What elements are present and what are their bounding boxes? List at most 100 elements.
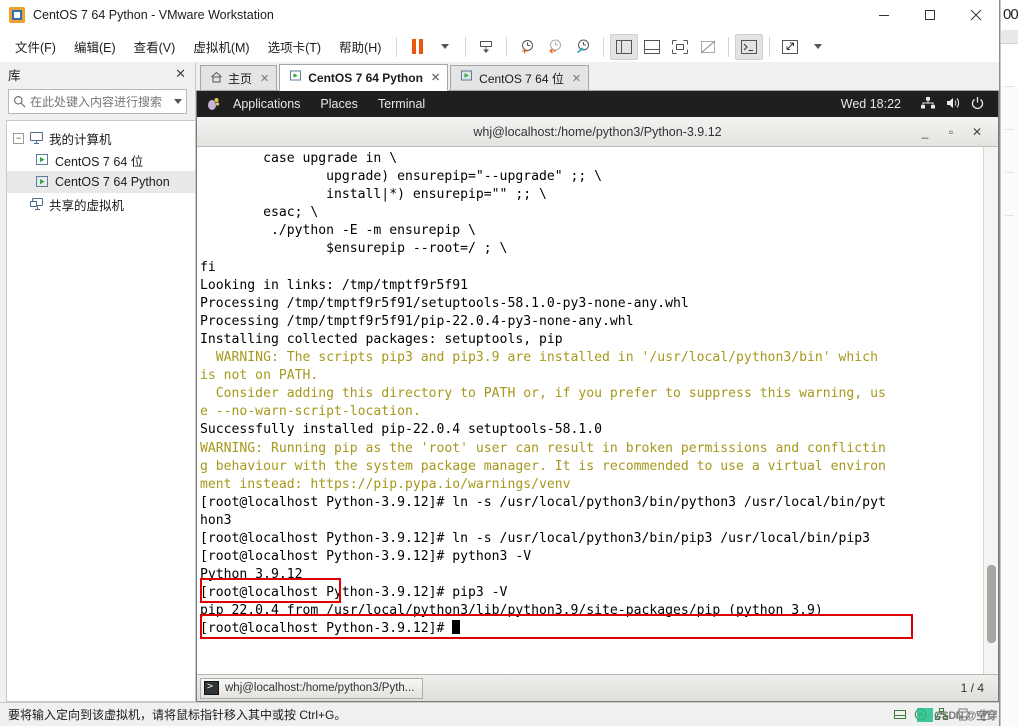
gnome-clock[interactable]: Wed 18:22	[829, 97, 913, 111]
collapse-expander-icon[interactable]: −	[13, 132, 24, 144]
vm-pane: 主页 ✕ CentOS 7 64 Python ✕ CentOS 7 64 位 …	[196, 62, 999, 702]
tree-vm-centos-7-64-python[interactable]: CentOS 7 64 Python	[7, 171, 195, 193]
revert-snapshot-button[interactable]	[541, 34, 569, 60]
caret-down-icon[interactable]	[174, 99, 182, 104]
terminal-line: Processing /tmp/tmptf9r5f91/pip-22.0.4-p…	[200, 313, 634, 329]
guest-taskbar: whj@localhost:/home/python3/Pyth... 1 / …	[197, 674, 998, 701]
volume-icon[interactable]	[945, 96, 963, 112]
vmware-workstation-window: CentOS 7 64 Python - VMware Workstation …	[0, 0, 1000, 726]
tab-centos-7-64-python[interactable]: CentOS 7 64 Python ✕	[279, 64, 449, 91]
hard-disk-icon[interactable]	[893, 708, 907, 721]
close-icon[interactable]: ✕	[428, 71, 440, 84]
terminal-line: fi	[200, 259, 216, 275]
console-view-icon	[672, 39, 689, 54]
window-title: CentOS 7 64 Python - VMware Workstation	[33, 8, 274, 22]
tree-my-computer[interactable]: − 我的计算机	[7, 127, 195, 149]
terminal-scrollbar[interactable]	[983, 147, 998, 674]
terminal-line: Processing /tmp/tmptf9r5f91/setuptools-5…	[200, 295, 689, 311]
scrollbar-thumb[interactable]	[987, 565, 996, 643]
tree-vm-centos-7-64[interactable]: CentOS 7 64 位	[7, 149, 195, 171]
tab-centos-7-64[interactable]: CentOS 7 64 位 ✕	[450, 65, 590, 90]
workspace-switcher[interactable]: 1 / 4	[955, 681, 990, 695]
terminal-line: upgrade) ensurepip="--upgrade" ;; \	[200, 169, 603, 185]
show-thumbnail-bar-button[interactable]	[638, 34, 666, 60]
maximize-button[interactable]	[907, 0, 953, 31]
search-input[interactable]: 在此处键入内容进行搜索	[30, 93, 170, 110]
background-row-divider	[1005, 129, 1014, 130]
terminal-line: install|*) ensurepip="" ;; \	[200, 187, 547, 203]
background-row-divider	[1005, 86, 1014, 87]
suspend-button[interactable]	[403, 34, 431, 60]
tab-home[interactable]: 主页 ✕	[200, 65, 278, 90]
fullscreen-button[interactable]	[776, 34, 804, 60]
computer-icon	[29, 131, 44, 145]
minimize-button[interactable]	[861, 0, 907, 31]
terminal-line: [root@localhost Python-3.9.12]# ln -s /u…	[200, 494, 886, 510]
take-snapshot-button[interactable]	[513, 34, 541, 60]
background-window[interactable]: 00	[1000, 0, 1018, 726]
snapshot-manager-button[interactable]	[569, 34, 597, 60]
close-icon[interactable]: ✕	[172, 66, 189, 82]
vmware-logo-icon	[9, 7, 25, 23]
hide-preview-button[interactable]	[694, 34, 722, 60]
toolbar-separator	[769, 36, 771, 57]
snapshot-add-icon	[522, 39, 534, 53]
toolbar-separator	[396, 36, 398, 57]
caret-down-icon	[441, 44, 450, 49]
toolbar-separator	[603, 36, 605, 57]
tab-label: 主页	[228, 71, 253, 86]
window-controls	[861, 0, 999, 31]
background-window-body	[1001, 86, 1018, 726]
toolbar	[403, 31, 832, 62]
terminal-window-controls: _ ▫ ✕	[912, 125, 998, 139]
panel-bottom-icon	[644, 39, 661, 54]
power-icon[interactable]	[970, 96, 988, 112]
screenshot-root: 00 CentOS 7 64 Python - VMware Workstati…	[0, 0, 1018, 726]
menu-file[interactable]: 文件(F)	[6, 33, 65, 60]
taskbar-window-button[interactable]: whj@localhost:/home/python3/Pyth...	[200, 677, 424, 699]
tree-shared-vms[interactable]: 共享的虚拟机	[7, 193, 195, 215]
gnome-menu-places[interactable]: Places	[310, 97, 368, 111]
search-box[interactable]: 在此处键入内容进行搜索	[8, 89, 187, 114]
gnome-top-panel: Applications Places Terminal Wed 18:22	[197, 91, 998, 117]
send-ctrl-alt-del-button[interactable]	[472, 34, 500, 60]
tree-item-label: 共享的虚拟机	[49, 198, 125, 213]
close-icon[interactable]: ✕	[569, 72, 581, 85]
network-icon[interactable]	[920, 96, 938, 112]
gnome-menu-terminal[interactable]: Terminal	[368, 97, 435, 111]
power-dropdown[interactable]	[431, 34, 459, 60]
terminal-maximize-button[interactable]: ▫	[938, 125, 964, 139]
toolbar-separator	[506, 36, 508, 57]
menu-view[interactable]: 查看(V)	[125, 33, 185, 60]
terminal-window[interactable]: whj@localhost:/home/python3/Python-3.9.1…	[197, 117, 998, 674]
terminal-line: Installing collected packages: setuptool…	[200, 331, 563, 347]
gnome-foot-icon[interactable]	[205, 96, 223, 112]
terminal-close-button[interactable]: ✕	[964, 125, 990, 139]
menu-help[interactable]: 帮助(H)	[330, 33, 390, 60]
preview-off-icon	[701, 40, 716, 53]
status-message: 要将输入定向到该虚拟机，请将鼠标指针移入其中或按 Ctrl+G。	[8, 708, 347, 722]
csdn-watermark: CSDN @空穿	[917, 707, 997, 723]
keyboard-send-icon	[480, 40, 493, 53]
show-console-view-button[interactable]	[666, 34, 694, 60]
guest-screen[interactable]: Applications Places Terminal Wed 18:22 w…	[196, 91, 999, 702]
taskbar-window-label: whj@localhost:/home/python3/Pyth...	[225, 682, 415, 694]
search-icon	[14, 96, 26, 108]
menu-tabs[interactable]: 选项卡(T)	[259, 33, 330, 60]
body: 库 ✕ 在此处键入内容进行搜索 − 我的计算机 CentOS 7 64 位 Ce…	[0, 62, 999, 702]
menu-vm[interactable]: 虚拟机(M)	[184, 33, 258, 60]
unity-button[interactable]	[735, 33, 764, 60]
terminal-line: Consider adding this directory to PATH o…	[200, 386, 886, 402]
terminal-line: ment instead: https://pip.pypa.io/warnin…	[200, 476, 571, 492]
menu-edit[interactable]: 编辑(E)	[65, 33, 125, 60]
show-library-button[interactable]	[610, 33, 639, 60]
terminal-line: pip 22.0.4 from /usr/local/python3/lib/p…	[200, 603, 823, 619]
terminal-body[interactable]: case upgrade in \ upgrade) ensurepip="--…	[197, 147, 998, 674]
close-button[interactable]	[953, 0, 999, 31]
tab-label: CentOS 7 64 位	[479, 71, 564, 86]
terminal-minimize-button[interactable]: _	[912, 125, 938, 139]
terminal-line: [root@localhost Python-3.9.12]# ln -s /u…	[200, 530, 871, 546]
fullscreen-dropdown[interactable]	[804, 34, 832, 60]
close-icon[interactable]: ✕	[257, 72, 269, 85]
gnome-menu-applications[interactable]: Applications	[223, 97, 310, 111]
